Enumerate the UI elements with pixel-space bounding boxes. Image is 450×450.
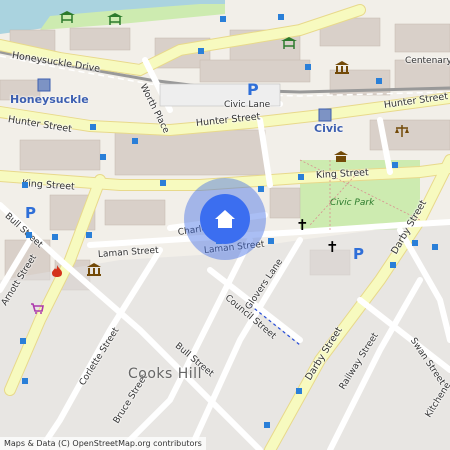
current-location-marker[interactable] [184, 178, 266, 260]
home-marker-pin[interactable] [200, 194, 250, 244]
map-view[interactable]: Honeysuckle Drive Worth Place Civic Lane… [0, 0, 450, 450]
map-attribution[interactable]: Maps & Data (C) OpenStreetMap.org contri… [0, 437, 206, 450]
parking-lot [159, 83, 281, 107]
home-icon [215, 210, 235, 228]
